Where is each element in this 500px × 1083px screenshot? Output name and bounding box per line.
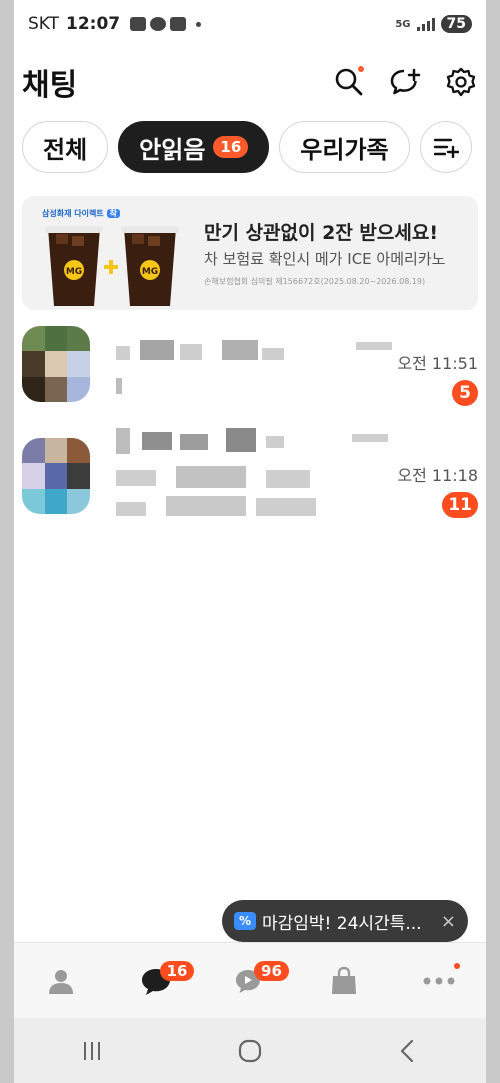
bottom-nav: 16 96 — [14, 942, 486, 1018]
signal-icon — [416, 17, 435, 31]
unread-count-badge: 16 — [213, 136, 249, 158]
svg-text:MG: MG — [66, 267, 82, 277]
battery-indicator: 75 — [440, 15, 472, 33]
tab-family[interactable]: 우리가족 — [279, 121, 410, 173]
tab-all[interactable]: 전체 — [22, 121, 109, 173]
promo-toast[interactable]: % 마감임박! 24시간특... × — [222, 900, 468, 950]
carrier-label: SKT — [28, 14, 60, 34]
list-add-icon — [433, 138, 459, 158]
recents-icon[interactable] — [80, 1039, 104, 1063]
discount-icon: % — [234, 912, 256, 930]
ad-title: 만기 상관없이 2잔 받으세요! — [204, 222, 439, 244]
kakao-chat-screen: SKT 12:07 5G 75 채팅 전체 안읽음 16 우리가족 삼성화재 다… — [14, 0, 486, 1083]
settings-button[interactable] — [444, 65, 478, 99]
nav-more[interactable] — [392, 943, 486, 1019]
tab-family-label: 우리가족 — [300, 135, 389, 164]
add-chat-icon — [390, 68, 421, 95]
notification-icons — [130, 17, 202, 31]
more-notifications-dot — [196, 21, 202, 27]
ad-brand-badge: 착 — [106, 209, 121, 218]
close-icon[interactable]: × — [441, 911, 456, 932]
chat-timestamp: 오전 11:18 — [397, 466, 478, 485]
chat-header: 채팅 — [14, 56, 486, 108]
status-bar: SKT 12:07 5G 75 — [14, 0, 486, 48]
chat-avatar — [22, 438, 90, 514]
unread-badge: 11 — [442, 492, 478, 518]
chat-filter-tabs: 전체 안읽음 16 우리가족 — [22, 120, 486, 174]
nav-chats[interactable]: 16 — [108, 943, 202, 1019]
openchat-badge: 96 — [254, 960, 289, 981]
chat-room-item[interactable]: 오전 11:18 11 — [22, 428, 478, 528]
promo-toast-text: 마감임박! 24시간특... — [262, 913, 422, 934]
tab-edit-folders-button[interactable] — [419, 121, 472, 173]
chat-room-item[interactable]: 오전 11:51 5 — [22, 326, 478, 416]
page-title: 채팅 — [22, 68, 78, 103]
new-chat-button[interactable] — [388, 65, 422, 99]
ad-subtitle: 차 보험료 확인시 메가 ICE 아메리카노 — [204, 250, 446, 268]
ad-fineprint: 손해보험협회 심의필 제156672호(2025.08.20~2026.08.1… — [204, 277, 426, 286]
more-icon — [423, 977, 455, 984]
new-dot — [358, 66, 364, 72]
clock: 12:07 — [66, 14, 121, 34]
person-icon — [49, 969, 74, 994]
home-icon[interactable] — [237, 1038, 263, 1064]
nav-shopping[interactable] — [297, 943, 391, 1019]
tab-unread-label: 안읽음 — [139, 135, 206, 164]
ad-brand: 삼성화재 다이렉트 착 — [42, 208, 121, 219]
nav-openchat[interactable]: 96 — [203, 943, 297, 1019]
nav-friends[interactable] — [14, 943, 108, 1019]
network-type: 5G — [395, 18, 411, 30]
screenshot-icon — [130, 17, 147, 31]
shopping-bag-icon — [332, 966, 357, 994]
svg-text:MG: MG — [142, 267, 158, 277]
ad-banner[interactable]: 삼성화재 다이렉트 착 MG MG 만기 상관없이 2잔 받으세요! 차 보험료 … — [22, 196, 478, 310]
system-nav-bar — [14, 1018, 486, 1083]
chat-timestamp: 오전 11:51 — [397, 354, 478, 373]
unread-badge: 5 — [452, 380, 478, 406]
chat-avatar — [22, 326, 90, 402]
new-dot — [454, 962, 461, 969]
tab-all-label: 전체 — [43, 135, 88, 164]
chats-unread-badge: 16 — [159, 960, 195, 981]
gear-icon — [446, 67, 476, 97]
talk-icon — [150, 17, 167, 31]
search-button[interactable] — [332, 65, 366, 99]
back-icon[interactable] — [396, 1038, 420, 1064]
webtoon-icon — [170, 17, 187, 31]
iced-coffee-cups-image: MG MG — [45, 226, 179, 306]
tab-unread[interactable]: 안읽음 16 — [118, 121, 270, 173]
